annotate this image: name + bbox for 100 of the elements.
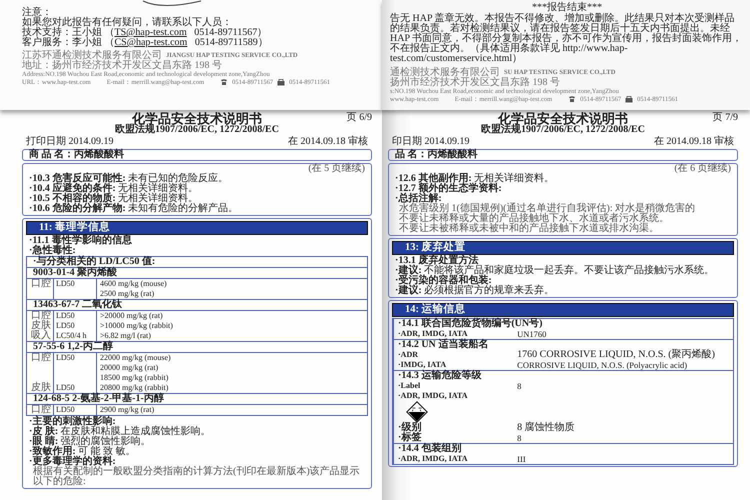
table-cell: 57-55-6 1,2-丙二醇 [26, 342, 368, 353]
transport-label: ·14.4 包装组别 [398, 443, 462, 454]
info-line: ·建议: 必须根据官方的规章来丢弃。 [395, 286, 556, 296]
body-text: 根据有关配制的一般欧盟分类指南的计算方法(刊印在最新版本)该产品显示以下的危险: [32, 467, 361, 487]
contact-line: 客户服务：李小姐 （CS@hap-test.com 0514-89711589） [22, 38, 269, 48]
table-caption: ·与分类相关的 LD/LC50 值: [26, 256, 368, 268]
email-link[interactable]: TS@hap-test.com [114, 27, 187, 38]
table-cell-text: 吸入 [30, 331, 52, 341]
table-cell-text: 2900 mg/kg (rat) [99, 405, 156, 415]
info-line: ·致敏作用: 可 能 致 敏。 [29, 447, 137, 457]
body-text: 不要让未被稀释或未被中和的产品接触下水道或排水沟渠。 [398, 224, 660, 234]
print-date: 印日期 2014.09.19 [392, 137, 470, 147]
table-cell: LD50 [53, 383, 97, 393]
section-header: 11: 毒理学信息 [26, 221, 368, 235]
transport-label: ·Label [398, 381, 422, 391]
document-title: 化学品安全技术说明书 [132, 112, 262, 125]
product-name: 品 名：丙烯酸酸料 [395, 150, 478, 160]
phone-icon [568, 96, 576, 103]
info-line: ·皮 肤: 在皮肤和粘膜上造成腐蚀性影响。 [29, 427, 212, 437]
transport-value: 8 腐蚀性物质 [517, 423, 576, 433]
transport-value: 8 [517, 381, 522, 391]
fax-icon [277, 78, 286, 86]
continued-note: (在 5 页继续) [308, 164, 365, 174]
regulation-subtitle: 欧盟法规1907/2006/EC, 1272/2008/EC [481, 125, 645, 135]
contact-line: 技术支持：王小姐 （TS@hap-test.com 0514-89711567） [22, 28, 268, 38]
transport-label: ·14.2 UN 适当装船名 [398, 339, 488, 350]
email-link[interactable]: CS@hap-test.com [114, 37, 188, 48]
table-cell-text: 4600 mg/kg (mouse) [99, 279, 168, 289]
transport-value: UN1760 [517, 329, 548, 339]
transport-value: CORROSIVE LIQUID, N.O.S. (Polyacrylic acid) [517, 360, 688, 370]
review-date: 在 2014.09.18 审核 [288, 137, 368, 147]
table-cell: LD50 [53, 311, 97, 321]
transport-value: III [517, 454, 527, 464]
body-text: 水危害级别 1(德国规例)(通过名单进行自我评估): 对水是稍微危害的 [398, 204, 696, 214]
company-name: 江苏环通检测技术服务有限公司 [22, 51, 162, 61]
table-cell: LD50 [53, 405, 97, 415]
table-cell: LD50 [53, 353, 97, 363]
table-cell: LD50 [53, 321, 97, 331]
disclaimer-text: 告无 HAP 盖章无效。本报告不得修改、增加或删除。此结果只对本次受测样品的结果负责。若对检测结果议，请在报告签发日期后十五天内书面提出。未经 HAP 书面同意，不得部分复制本报告，亦不可作为宣传用，报告封面装饰作用，不在报告正文内。（具体适用条款详见 http://www.hap-test.com/customerservice.html） [390, 14, 744, 64]
regulation-subtitle: 欧盟法规1907/2006/EC, 1272/2008/EC [115, 125, 279, 135]
table-cell-text: 口腔 [30, 279, 52, 289]
subheading: ·急性毒性: [29, 246, 76, 256]
table-cell-text: 皮肤 [30, 383, 52, 393]
table-cell: 13463-67-7 二氧化钛 [26, 300, 368, 311]
corrosive-hazard-icon [406, 401, 428, 423]
page-number: 页 6/9 [346, 112, 372, 123]
report-end-marker: ***报告结束*** [531, 3, 603, 13]
section-header: 13: 废弃处置 [392, 241, 734, 255]
phone-icon [220, 78, 228, 86]
subheading: ·受污染的容器和包装: [395, 276, 492, 286]
subheading: ·主要的刺激性影响: [29, 417, 116, 427]
table-cell-text: 20000 mg/kg (rat) [99, 363, 160, 373]
page-number: 页 7/9 [712, 112, 738, 123]
transport-label: ·IMDG, IATA [398, 360, 448, 370]
transport-value: 8 [517, 433, 522, 443]
subheading: ·12.7 额外的生态学资料: [395, 184, 502, 194]
transport-label: ·14.1 联合国危险货物编号(UN号) [398, 318, 542, 329]
transport-label: ·ADR, IMDG, IATA [398, 454, 468, 464]
transport-value: 1760 CORROSIVE LIQUID, N.O.S. (聚丙烯酸) [517, 350, 716, 360]
table-cell: 124-68-5 2-氨基-2-甲基-1-丙醇 [26, 394, 368, 405]
info-line: ·12.6 其他副作用: 无相关详细资料。 [395, 174, 556, 184]
table-cell-text: >20000 mg/kg (rat) [99, 311, 164, 321]
subheading: ·13.1 废弃处置方法 [395, 256, 478, 266]
body-text: 不要让未稀释或大量的产品接触地下水、水道或者污水系统。 [398, 214, 670, 224]
table-cell: LC50/4 h [53, 331, 97, 341]
transport-label: ·ADR, IMDG, IATA [398, 329, 468, 338]
info-line: ·建议: 不能将该产品和家庭垃圾一起丢弃。不要让该产品接触污水系统。 [395, 266, 716, 276]
table-cell-text: 口腔 [30, 353, 52, 363]
table-cell-text: 18500 mg/kg (rabbit) [99, 373, 170, 383]
print-date: 打印日期 2014.09.19 [26, 137, 114, 147]
table-cell-text: 口腔 [30, 311, 52, 321]
address-text: 地址：扬州市经济技术开发区文昌东路 198 号 [22, 61, 223, 71]
transport-label: ·ADR, IMDG, IATA [398, 391, 468, 400]
product-name: 商 品 名：丙烯酸酸料 [29, 150, 125, 160]
table-cell-text: 口腔 [30, 405, 52, 415]
info-line: ·10.5 不相容的物质: 无相关详细资料。 [29, 194, 198, 204]
transport-label: ·级别 [398, 423, 422, 433]
table-cell-text: 22000 mg/kg (mouse) [99, 353, 172, 363]
fax-icon [625, 96, 634, 103]
table-cell-text: 2500 mg/kg (rat) [99, 289, 156, 298]
info-line: ·眼 睛: 强烈的腐蚀性影响。 [29, 437, 152, 447]
table-cell: 9003-01-4 聚丙烯酸 [26, 268, 368, 279]
info-line: ·10.4 应避免的条件: 无相关详细资料。 [29, 184, 198, 194]
notice-title: 注意： [22, 8, 52, 18]
transport-label: ·14.3 运输危险等级 [398, 370, 482, 381]
company-name: 通检测技术服务有限公司 [390, 68, 500, 78]
info-line: ·10.3 危害反应可能性: 未有已知的危险反应。 [29, 174, 230, 184]
subheading: ·更多毒理学的资料: [29, 457, 116, 467]
continued-note: (在 6 页继续) [674, 164, 731, 174]
address-text: 扬州市经济技术开发区文昌东路 198 号 [390, 78, 561, 88]
transport-label: ·标签 [398, 433, 422, 443]
info-line: ·10.6 危险的分解产物: 未知有危险的分解产品。 [29, 204, 240, 214]
notice-text: 如果您对此报告有任何疑问，请联系以下人员： [22, 18, 233, 28]
subheading: ·11.1 毒性学影响的信息 [29, 236, 133, 246]
review-date: 在 2014.09.18 审核 [654, 137, 734, 147]
subheading: ·总括注解: [395, 194, 442, 204]
document-title: 化学品安全技术说明书 [498, 112, 628, 125]
signature-drawing [142, 0, 202, 8]
table-cell: LD50 [53, 279, 97, 289]
table-cell-text: 20800 mg/kg (rabbit) [99, 383, 170, 392]
